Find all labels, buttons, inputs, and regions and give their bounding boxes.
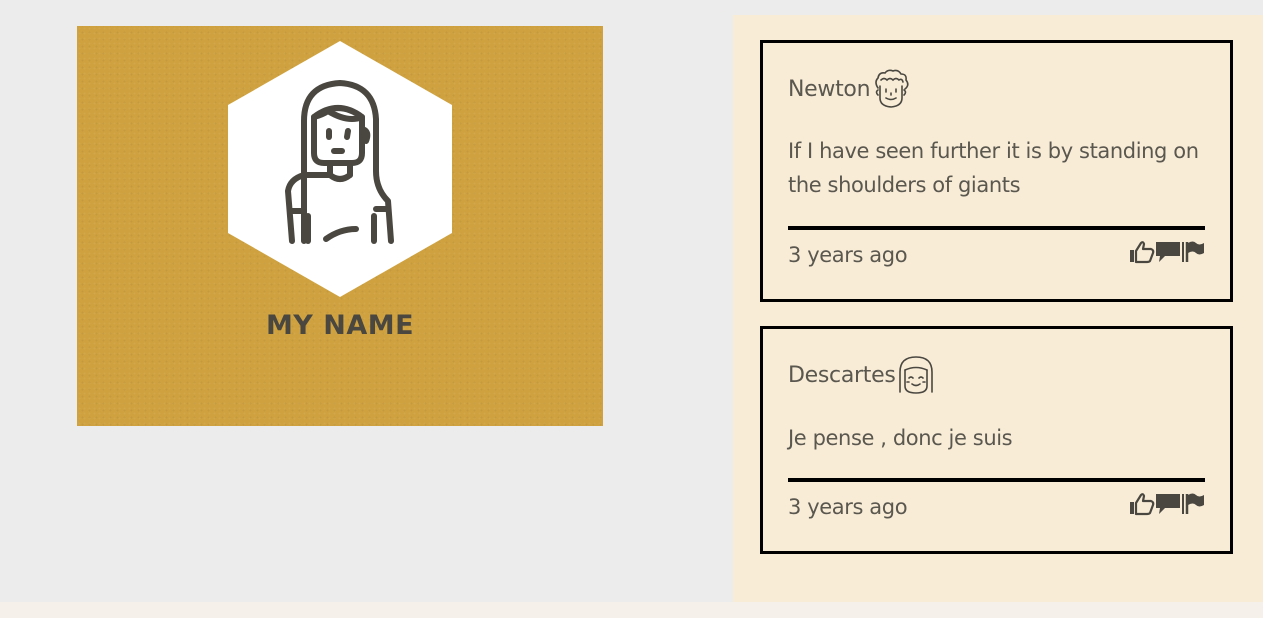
curly-hair-face-icon: [875, 69, 909, 108]
comment-text: Je pense , donc je suis: [788, 426, 1013, 450]
action-separator: [1182, 494, 1184, 514]
flag-icon[interactable]: [1185, 492, 1205, 516]
comment-card: Descartes Je pense , donc je suis 3 year…: [760, 326, 1233, 554]
author-name[interactable]: Descartes: [788, 363, 896, 388]
comments-panel: Newton If I have seen further it is by s…: [733, 15, 1263, 602]
timestamp: 3 years ago: [788, 243, 908, 267]
profile-card: MY NAME: [77, 26, 603, 426]
timestamp: 3 years ago: [788, 495, 908, 519]
comment-icon[interactable]: [1155, 240, 1181, 264]
action-separator: [1182, 242, 1184, 262]
comment-actions: [1129, 492, 1205, 516]
profile-avatar-hexagon: [228, 41, 452, 297]
comment-card: Newton If I have seen further it is by s…: [760, 40, 1233, 302]
comment-icon[interactable]: [1155, 492, 1181, 516]
profile-name: MY NAME: [265, 310, 415, 341]
comment-text: If I have seen further it is by standing…: [788, 139, 1199, 197]
page: MY NAME Newton If I have seen further it…: [0, 0, 1263, 602]
comment-actions: [1129, 240, 1205, 264]
author-row: Descartes: [788, 353, 937, 397]
divider: [788, 226, 1205, 230]
thumbs-up-icon[interactable]: [1129, 240, 1155, 264]
divider: [788, 478, 1205, 482]
thumbs-up-icon[interactable]: [1129, 492, 1155, 516]
bob-hair-face-icon: [899, 356, 934, 394]
flag-icon[interactable]: [1185, 240, 1205, 264]
author-name[interactable]: Newton: [788, 77, 871, 102]
author-row: Newton: [788, 67, 912, 111]
